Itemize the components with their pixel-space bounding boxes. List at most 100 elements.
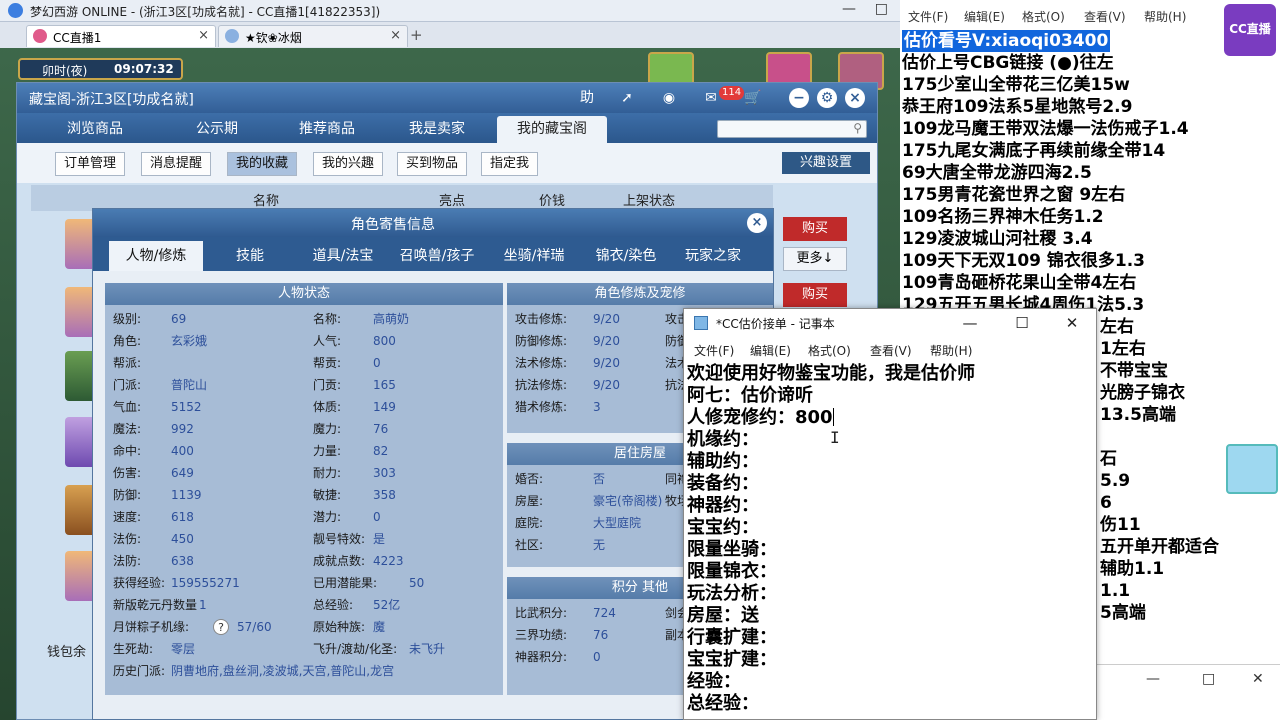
- status-value: 52亿: [373, 598, 401, 612]
- role-info-title: 角色寄售信息: [351, 217, 435, 233]
- tab-mounts[interactable]: 坐骑/祥瑞: [489, 241, 579, 271]
- minimize-icon[interactable]: −: [789, 88, 809, 108]
- help-button[interactable]: 助: [577, 88, 597, 108]
- tab-my-cbg[interactable]: 我的藏宝阁: [497, 116, 607, 143]
- wallet-label: 钱包余: [47, 645, 87, 660]
- notepad-text-area[interactable]: 欢迎使用好物鉴宝功能，我是估价师 阿七：估价谛听 人修宠修约：800 机缘约： 辅助约：…: [684, 361, 1096, 719]
- buy-button[interactable]: 购买: [783, 217, 847, 241]
- more-button[interactable]: 更多↓: [783, 247, 847, 271]
- tab-skills[interactable]: 技能: [211, 241, 289, 271]
- menu-format[interactable]: 格式(O): [1022, 8, 1065, 25]
- menu-help[interactable]: 帮助(H): [1144, 8, 1186, 25]
- status-key: 门贡:: [313, 378, 342, 392]
- status-key: 名称:: [313, 312, 342, 326]
- close-button[interactable]: □: [875, 1, 888, 17]
- status-key: 靓号特效:: [313, 532, 366, 546]
- maximize-button[interactable]: ☐: [1002, 311, 1042, 335]
- close-tab-icon[interactable]: ×: [198, 28, 209, 43]
- interest-settings-button[interactable]: 兴趣设置: [782, 152, 870, 174]
- share-icon[interactable]: ➚: [617, 88, 637, 108]
- text-line: 109名扬三界神木任务1.2: [902, 207, 1104, 227]
- status-value: 零层: [171, 642, 196, 656]
- help-icon[interactable]: ?: [213, 619, 229, 635]
- status-row: 体质: 149: [313, 397, 503, 417]
- assigned-me-button[interactable]: 指定我: [481, 152, 539, 176]
- tab-seller[interactable]: 我是卖家: [387, 116, 487, 143]
- cbg-nav: 浏览商品 公示期 推荐商品 我是卖家 我的藏宝阁 ⚲: [17, 113, 877, 143]
- time-period: 卯时(夜): [42, 64, 88, 78]
- tab-items[interactable]: 道具/法宝: [297, 241, 389, 271]
- menu-view[interactable]: 查看(V): [1084, 8, 1126, 25]
- message-alert-button[interactable]: 消息提醒: [141, 152, 212, 176]
- tab-cc-live[interactable]: CC直播1 ×: [26, 25, 216, 47]
- menu-help[interactable]: 帮助(H): [930, 342, 972, 359]
- text-line: 估价上号CBG链接 (●)往左: [902, 53, 1114, 73]
- my-favorites-button[interactable]: 我的收藏: [227, 152, 298, 176]
- menu-file[interactable]: 文件(F): [908, 8, 948, 25]
- menu-file[interactable]: 文件(F): [694, 342, 734, 359]
- close-icon[interactable]: ×: [845, 88, 865, 108]
- maximize-button[interactable]: □: [1202, 671, 1215, 687]
- new-tab-icon[interactable]: +: [410, 26, 423, 44]
- status-value: 1139: [171, 488, 202, 502]
- tab-home[interactable]: 玩家之家: [673, 241, 753, 271]
- status-value: 57/60: [237, 620, 272, 634]
- tab-outfits[interactable]: 锦衣/染色: [581, 241, 671, 271]
- tab-character[interactable]: 人物/修炼: [109, 241, 203, 271]
- menu-format[interactable]: 格式(O): [808, 342, 851, 359]
- status-row: 耐力: 303: [313, 463, 503, 483]
- cart-icon[interactable]: 🛒: [743, 88, 763, 108]
- minimize-button[interactable]: —: [950, 311, 990, 335]
- tab-player[interactable]: ★钦❀冰烟 ×: [218, 25, 408, 47]
- my-interest-button[interactable]: 我的兴趣: [313, 152, 384, 176]
- status-value: 玄彩娥: [171, 334, 208, 348]
- minimize-button[interactable]: —: [842, 1, 856, 17]
- text-line: 辅助约：: [687, 451, 759, 472]
- role-info-header: 角色寄售信息 ×: [93, 209, 773, 237]
- message-icon[interactable]: ✉: [701, 88, 721, 108]
- clock-value: 09:07:32: [114, 62, 174, 76]
- cultivation-value: 9/20: [593, 312, 620, 326]
- tab-recommended[interactable]: 推荐商品: [277, 116, 377, 143]
- search-input[interactable]: ⚲: [717, 120, 867, 138]
- cultivation-value: 9/20: [593, 356, 620, 370]
- house-key: 社区:: [515, 538, 544, 552]
- cultivation-value: 9/20: [593, 334, 620, 348]
- side-widget[interactable]: [1226, 444, 1278, 494]
- settings-icon[interactable]: ⚙: [817, 88, 837, 108]
- status-value: 0: [373, 510, 381, 524]
- tab-browse[interactable]: 浏览商品: [45, 116, 145, 143]
- house-key: 婚否:: [515, 472, 544, 486]
- text-line: 恭王府109法系5星地煞号2.9: [902, 97, 1133, 117]
- status-key: 角色:: [113, 334, 142, 348]
- status-row: 帮贡: 0: [313, 353, 503, 373]
- tab-label: ★钦❀冰烟: [245, 31, 302, 45]
- search-icon[interactable]: ⚲: [853, 121, 862, 135]
- close-tab-icon[interactable]: ×: [390, 28, 401, 43]
- cultivation-key: 防御修炼:: [515, 334, 568, 348]
- cbg-subnav: 订单管理 消息提醒 我的收藏 我的兴趣 买到物品 指定我 兴趣设置: [17, 143, 877, 183]
- text-line: 欢迎使用好物鉴宝功能，我是估价师: [687, 363, 975, 384]
- status-key: 速度:: [113, 510, 142, 524]
- notepad-title: *CC估价接单 - 记事本: [716, 317, 835, 331]
- menu-view[interactable]: 查看(V): [870, 342, 912, 359]
- tab-pets[interactable]: 召唤兽/孩子: [389, 241, 485, 271]
- order-manage-button[interactable]: 订单管理: [55, 152, 126, 176]
- close-button[interactable]: ✕: [1052, 311, 1092, 335]
- status-value: 是: [373, 532, 386, 546]
- menu-edit[interactable]: 编辑(E): [750, 342, 791, 359]
- status-key: 法伤:: [113, 532, 142, 546]
- buy-button[interactable]: 购买: [783, 283, 847, 307]
- record-icon[interactable]: ◉: [659, 88, 679, 108]
- minimize-button[interactable]: —: [1146, 671, 1160, 687]
- text-line: 宝宝约：: [687, 517, 759, 538]
- text-line: 175少室山全带花三亿美15w: [902, 75, 1130, 95]
- text-line: 玩法分析：: [687, 583, 777, 604]
- close-icon[interactable]: ×: [747, 213, 767, 233]
- tab-publicity[interactable]: 公示期: [167, 116, 267, 143]
- bought-items-button[interactable]: 买到物品: [397, 152, 468, 176]
- close-button[interactable]: ✕: [1252, 671, 1264, 687]
- menu-edit[interactable]: 编辑(E): [964, 8, 1005, 25]
- status-key: 防御:: [113, 488, 142, 502]
- cultivation-header: 角色修炼及宠修: [507, 283, 773, 305]
